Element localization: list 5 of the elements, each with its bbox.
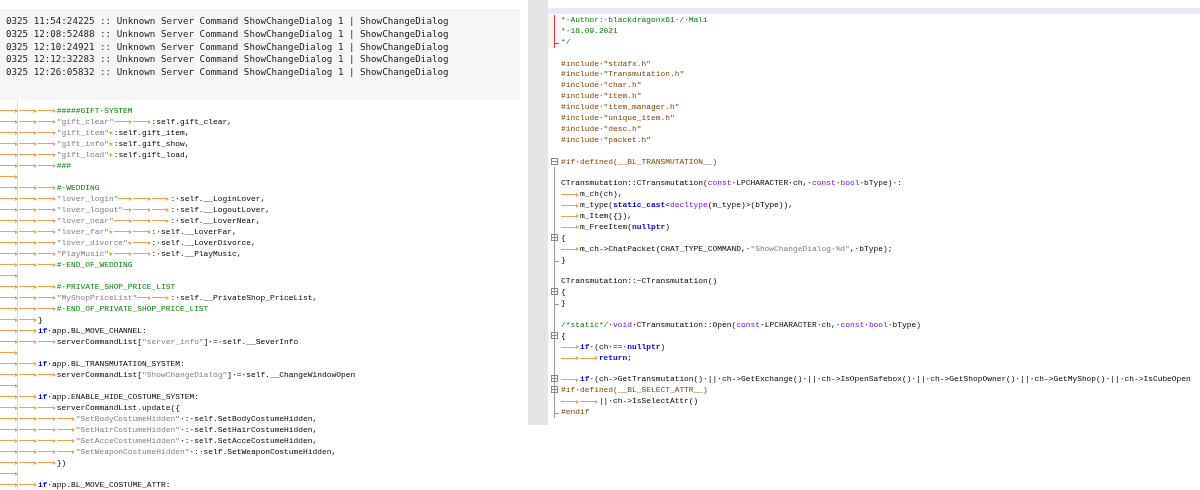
log-line: 0325 12:26:05832 :: Unknown Server Command ShowChangeDialog 1 | ShowChangeDialog — [6, 66, 450, 79]
log-line: 0325 11:54:24225 :: Unknown Server Command ShowChangeDialog 1 | ShowChangeDialog — [6, 15, 450, 28]
log-line: 0325 12:10:24921 :: Unknown Server Command ShowChangeDialog 1 | ShowChangeDialog — [6, 40, 450, 54]
log-line: 0325 12:12:32283 :: Unknown Server Command ShowChangeDialog 1 | ShowChangeDialog — [6, 53, 450, 67]
log-line: 0325 12:08:52488 :: Unknown Server Command ShowChangeDialog 1 | ShowChangeDialog — [6, 27, 450, 41]
